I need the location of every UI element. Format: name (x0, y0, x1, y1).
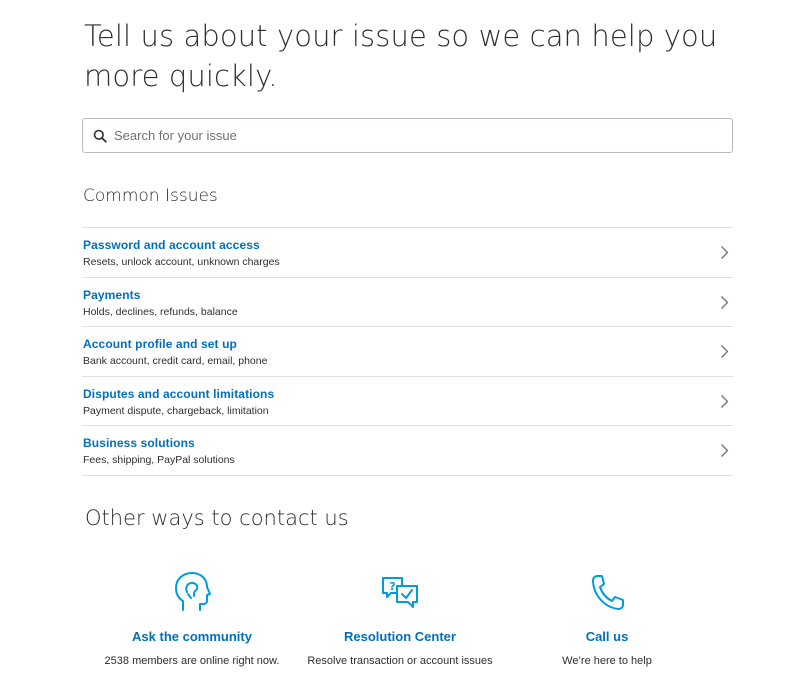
issue-row-business[interactable]: Business solutions Fees, shipping, PayPa… (82, 426, 733, 476)
issue-description: Bank account, credit card, email, phone (83, 355, 268, 367)
issue-description: Payment dispute, chargeback, limitation (83, 404, 269, 417)
common-issues-heading: Common Issues (83, 186, 218, 206)
chevron-right-icon[interactable] (720, 443, 729, 458)
issue-title[interactable]: Payments (83, 288, 141, 302)
contact-option-resolution-center[interactable]: ? Resolution Center Resolve transaction … (295, 570, 505, 667)
contact-option-description: We’re here to help (562, 655, 652, 667)
issue-title[interactable]: Password and account access (83, 238, 260, 252)
chevron-right-icon[interactable] (720, 394, 729, 409)
contact-option-description: 2538 members are online right now. (104, 655, 280, 667)
contact-option-description: Resolve transaction or account issues (307, 655, 493, 667)
chevron-right-icon[interactable] (720, 245, 729, 260)
search-input[interactable] (114, 128, 714, 143)
chevron-right-icon[interactable] (720, 344, 729, 359)
chat-bubbles-icon: ? (382, 577, 418, 608)
issue-description: Holds, declines, refunds, balance (83, 305, 238, 318)
issue-row-disputes[interactable]: Disputes and account limitations Payment… (82, 377, 733, 426)
chevron-right-icon[interactable] (720, 295, 729, 310)
issue-title[interactable]: Business solutions (83, 436, 195, 450)
issue-description: Resets, unlock account, unknown charges (83, 256, 280, 268)
search-box[interactable] (82, 118, 733, 153)
contact-option-title[interactable]: Call us (502, 629, 712, 644)
common-issues-list: Password and account access Resets, unlo… (82, 227, 733, 476)
contact-heading: Other ways to contact us (85, 506, 349, 530)
search-icon (93, 129, 107, 143)
issue-title[interactable]: Disputes and account limitations (83, 387, 274, 401)
contact-option-title[interactable]: Resolution Center (295, 629, 505, 644)
community-head-icon (175, 572, 211, 611)
issue-row-account-profile[interactable]: Account profile and set up Bank account,… (82, 327, 733, 377)
contact-option-call-us[interactable]: Call us We’re here to help (502, 570, 712, 667)
contact-option-title[interactable]: Ask the community (87, 629, 297, 644)
issue-row-password[interactable]: Password and account access Resets, unlo… (82, 228, 733, 278)
issue-title[interactable]: Account profile and set up (83, 337, 237, 351)
issue-row-payments[interactable]: Payments Holds, declines, refunds, balan… (82, 278, 733, 327)
page-title: Tell us about your issue so we can help … (84, 19, 718, 93)
svg-text:?: ? (389, 580, 395, 593)
issue-description: Fees, shipping, PayPal solutions (83, 454, 235, 466)
contact-option-community[interactable]: Ask the community 2538 members are onlin… (87, 570, 297, 667)
phone-icon (592, 575, 624, 610)
